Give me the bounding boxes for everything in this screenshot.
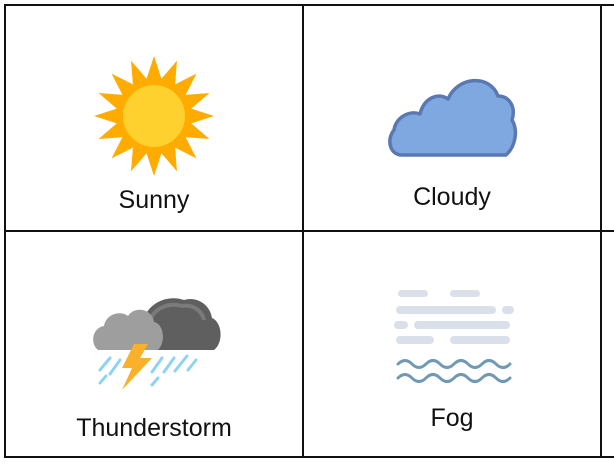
weather-cell-sunny: Sunny	[6, 6, 302, 230]
weather-cell-fog: Fog	[304, 232, 600, 456]
weather-icon-grid: Sunny Cloudy Thunderstorm Fog	[0, 0, 614, 464]
fog-icon	[394, 290, 514, 383]
weather-cell-thunderstorm: Thunderstorm	[6, 232, 302, 456]
grid-border-bottom	[4, 456, 614, 458]
weather-label-thunderstorm: Thunderstorm	[76, 414, 232, 442]
thunderstorm-icon	[93, 298, 221, 390]
weather-label-fog: Fog	[430, 404, 474, 432]
weather-label-cloudy: Cloudy	[413, 183, 491, 211]
weather-label-sunny: Sunny	[118, 186, 190, 214]
sun-icon	[94, 56, 214, 176]
weather-cell-cloudy: Cloudy	[304, 6, 600, 230]
cloud-icon	[388, 78, 518, 157]
